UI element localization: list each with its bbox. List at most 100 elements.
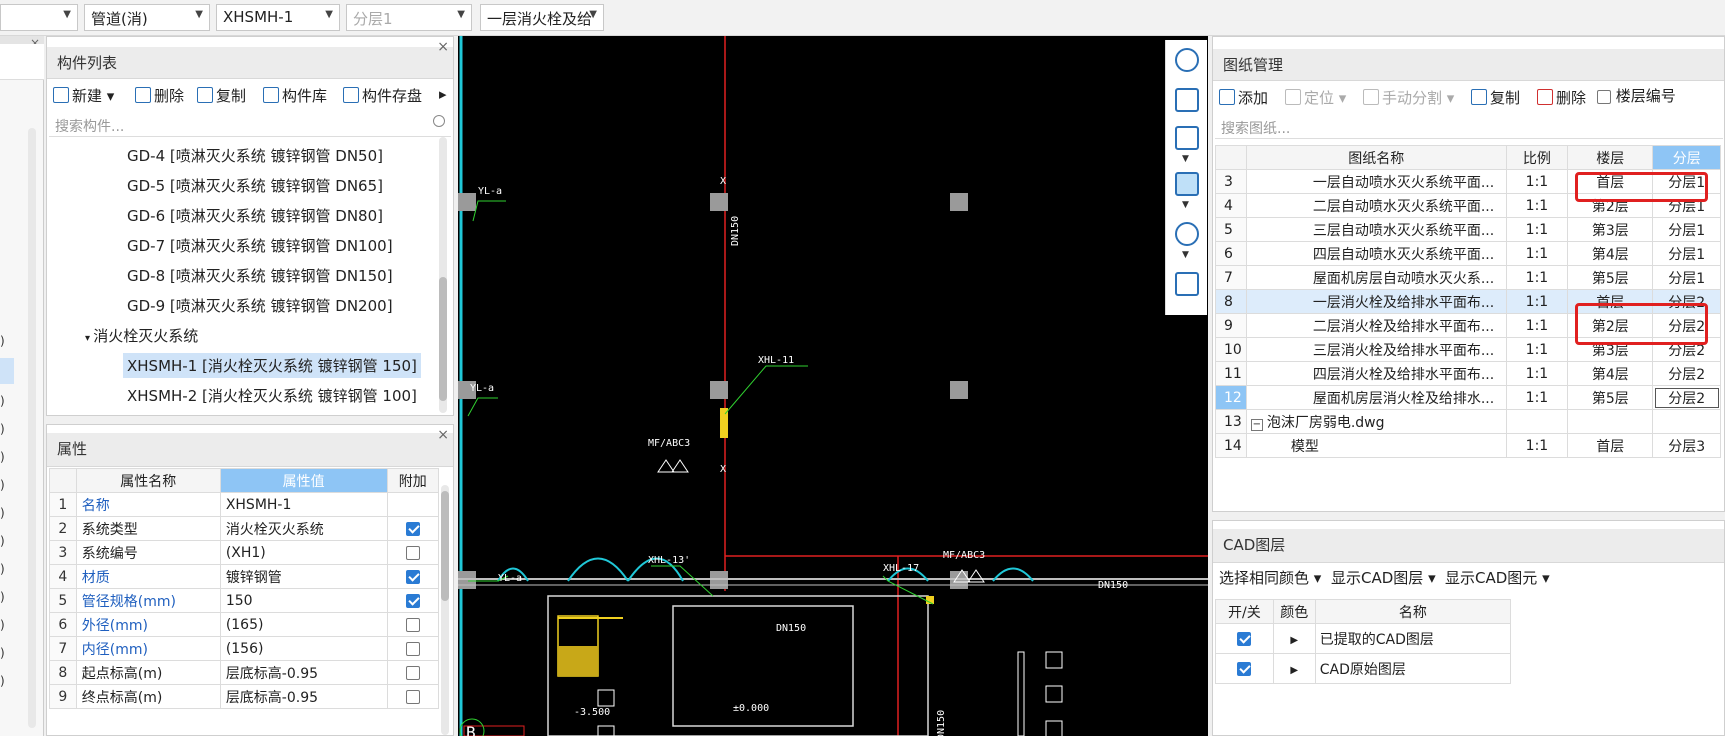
drawing-name[interactable]: 二层消火栓及给排水平面布... (1245, 313, 1507, 338)
property-row[interactable]: 6 外径(mm) (165) (49, 612, 440, 637)
drawing-scale[interactable] (1505, 409, 1569, 434)
scroll-thumb[interactable] (441, 491, 449, 601)
property-extra[interactable] (386, 660, 440, 685)
property-extra[interactable] (386, 492, 440, 517)
drawing-layer[interactable] (1652, 409, 1721, 434)
drawing-floor[interactable]: 第4层 (1567, 241, 1654, 266)
drawing-name[interactable]: − 泡沫厂房弱电.dwg (1245, 409, 1507, 434)
list-view-icon[interactable] (1175, 272, 1199, 296)
drawing-search-input[interactable]: 搜索图纸... (1215, 115, 1723, 139)
drawing-scale[interactable]: 1:1 (1505, 193, 1569, 218)
checkbox[interactable] (405, 617, 420, 632)
property-extra[interactable] (386, 564, 440, 589)
close-icon[interactable]: × (437, 39, 449, 55)
copy-button[interactable]: 复制 (197, 85, 246, 106)
chevron-down-icon[interactable]: ▼ (1182, 154, 1189, 164)
chevron-down-icon[interactable]: ▼ (1182, 250, 1189, 260)
property-row[interactable]: 3 系统编号 (XH1) (49, 540, 440, 565)
property-value[interactable]: (XH1) (219, 540, 388, 565)
drawing-scale[interactable]: 1:1 (1505, 241, 1569, 266)
drawing-row[interactable]: 5 三层自动喷水灭火系统平面... 1:1 第3层 分层1 (1215, 217, 1721, 242)
property-row[interactable]: 9 终点标高(m) 层底标高-0.95 (49, 684, 440, 709)
property-extra[interactable] (386, 636, 440, 661)
collapse-icon[interactable]: − (1250, 418, 1263, 431)
drawing-name[interactable]: 四层自动喷水灭火系统平面... (1245, 241, 1507, 266)
type-combo[interactable]: 管道(消) ▼ (84, 4, 210, 31)
drawing-layer[interactable]: 分层3 (1652, 433, 1721, 458)
3d-view-icon[interactable] (1175, 88, 1199, 112)
drawing-row[interactable]: 7 屋面机房层自动喷水灭火系... 1:1 第5层 分层1 (1215, 265, 1721, 290)
add-drawing-button[interactable]: 添加 (1219, 87, 1268, 108)
tree-item[interactable]: XHSMH-2 [消火栓灭火系统 镀锌钢管 100] (127, 385, 417, 406)
drawing-layer[interactable]: 分层2 (1652, 361, 1721, 386)
layer-combo[interactable]: 分层1 ▼ (346, 4, 472, 31)
drawing-scale[interactable]: 1:1 (1505, 361, 1569, 386)
checkbox[interactable] (405, 665, 420, 680)
drawing-scale[interactable]: 1:1 (1505, 265, 1569, 290)
property-value[interactable]: (156) (219, 636, 388, 661)
drawing-name[interactable]: 三层自动喷水灭火系统平面... (1245, 217, 1507, 242)
layer-color[interactable]: ▶ (1272, 623, 1316, 654)
property-value[interactable]: 层底标高-0.95 (219, 684, 388, 709)
strip-scrollbar[interactable] (28, 128, 36, 728)
show-cad-layer-button[interactable]: 显示CAD图层 ▾ (1331, 567, 1436, 588)
cad-layer-row[interactable]: ▶ CAD原始图层 (1215, 653, 1512, 684)
chevron-down-icon[interactable]: ▼ (1182, 200, 1189, 210)
checkbox[interactable] (405, 521, 420, 536)
drawing-scale[interactable]: 1:1 (1505, 313, 1569, 338)
layer-toggle[interactable] (1215, 653, 1274, 684)
property-value[interactable]: 层底标高-0.95 (219, 660, 388, 685)
checkbox[interactable] (1597, 89, 1611, 104)
property-row[interactable]: 5 管径规格(mm) 150 (49, 588, 440, 613)
cube-view-icon[interactable] (1175, 126, 1199, 150)
delete-drawing-button[interactable]: 删除 (1537, 87, 1586, 108)
manual-split-button[interactable]: 手动分割 ▾ (1363, 87, 1454, 108)
property-extra[interactable] (386, 540, 440, 565)
close-icon[interactable]: × (437, 427, 449, 443)
drawing-combo[interactable]: 一层消火栓及给 ▼ (480, 4, 604, 31)
checkbox[interactable] (405, 545, 420, 560)
drawing-layer[interactable]: 分层2 (1652, 385, 1721, 410)
tree-item-selected[interactable]: XHSMH-1 [消火栓灭火系统 镀锌钢管 150] (123, 353, 421, 378)
property-row[interactable]: 2 系统类型 消火栓灭火系统 (49, 516, 440, 541)
properties-scrollbar[interactable] (441, 485, 449, 735)
property-value[interactable]: 镀锌钢管 (219, 564, 388, 589)
drawing-name[interactable]: 一层自动喷水灭火系统平面... (1245, 169, 1507, 194)
drawing-row[interactable]: 12 屋面机房层消火栓及给排水... 1:1 第5层 分层2 (1215, 385, 1721, 410)
property-value[interactable]: 消火栓灭火系统 (219, 516, 388, 541)
select-same-color-button[interactable]: 选择相同颜色 ▾ (1219, 567, 1321, 588)
checkbox[interactable] (405, 641, 420, 656)
drawing-name[interactable]: 三层消火栓及给排水平面布... (1245, 337, 1507, 362)
tree-item[interactable]: GD-6 [喷淋灭火系统 镀锌钢管 DN80] (127, 205, 383, 226)
checkbox[interactable] (405, 569, 420, 584)
drawing-row[interactable]: 13− 泡沫厂房弱电.dwg (1215, 409, 1721, 434)
drawing-floor[interactable]: 第3层 (1567, 217, 1654, 242)
drawing-name[interactable]: 屋面机房层消火栓及给排水... (1245, 385, 1507, 410)
checkbox[interactable] (1237, 631, 1252, 646)
drawing-row[interactable]: 6 四层自动喷水灭火系统平面... 1:1 第4层 分层1 (1215, 241, 1721, 266)
component-list-scrollbar[interactable] (439, 137, 447, 413)
component-combo[interactable]: XHSMH-1 ▼ (216, 4, 340, 31)
copy-drawing-button[interactable]: 复制 (1471, 87, 1520, 108)
drawing-layer[interactable]: 分层1 (1652, 217, 1721, 242)
tree-item[interactable]: GD-7 [喷淋灭火系统 镀锌钢管 DN100] (127, 235, 393, 256)
layer-toggle[interactable] (1215, 623, 1274, 654)
property-row[interactable]: 8 起点标高(m) 层底标高-0.95 (49, 660, 440, 685)
drawing-scale[interactable]: 1:1 (1505, 169, 1569, 194)
drawing-scale[interactable]: 1:1 (1505, 217, 1569, 242)
category-combo[interactable]: ▼ (0, 4, 78, 31)
delete-button[interactable]: 删除 (135, 85, 184, 106)
checkbox[interactable] (405, 593, 420, 608)
property-value[interactable]: (165) (219, 612, 388, 637)
drawing-name[interactable]: 一层消火栓及给排水平面布... (1245, 289, 1507, 314)
drawing-floor[interactable]: 第4层 (1567, 361, 1654, 386)
layer-color[interactable]: ▶ (1272, 653, 1316, 684)
more-button[interactable]: ▸ (439, 85, 447, 103)
drawing-floor[interactable]: 第5层 (1567, 385, 1654, 410)
locate-button[interactable]: 定位 ▾ (1285, 87, 1346, 108)
floor-number-checkbox[interactable]: 楼层编号 (1597, 85, 1676, 106)
solid-cube-icon[interactable] (1175, 172, 1199, 196)
show-cad-element-button[interactable]: 显示CAD图元 ▾ (1445, 567, 1550, 588)
tree-item[interactable]: GD-8 [喷淋灭火系统 镀锌钢管 DN150] (127, 265, 393, 286)
property-row[interactable]: 7 内径(mm) (156) (49, 636, 440, 661)
